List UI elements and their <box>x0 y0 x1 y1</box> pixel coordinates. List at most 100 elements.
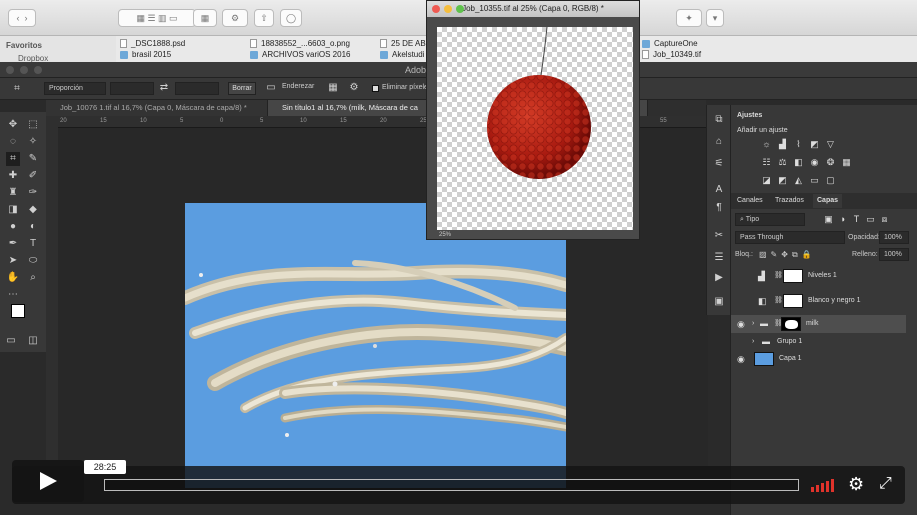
minimize-icon[interactable] <box>444 5 452 13</box>
history-panel-icon[interactable]: ⧉ <box>712 113 726 127</box>
opacity-input[interactable]: 100% <box>879 231 909 244</box>
straighten-button[interactable]: Enderezar <box>282 83 314 90</box>
healing-brush-icon[interactable]: ✚ <box>6 169 20 183</box>
marquee-tool-icon[interactable]: ⬚ <box>26 118 40 132</box>
arrange-button[interactable]: ▦ <box>193 9 217 27</box>
shape-tool-icon[interactable]: ⬭ <box>26 254 40 268</box>
action-gear-button[interactable]: ⚙ <box>222 9 248 27</box>
zoom-icon[interactable] <box>34 66 42 74</box>
dropbox-button[interactable]: ✦ <box>676 9 702 27</box>
chevron-right-icon[interactable]: › <box>752 315 754 333</box>
lasso-tool-icon[interactable]: ◌ <box>6 135 20 149</box>
actions-play-icon[interactable]: ▶ <box>712 271 726 285</box>
swatches-panel-icon[interactable]: ⌂ <box>712 135 726 149</box>
screen-mode-icon[interactable]: ▭ <box>4 334 18 348</box>
layer-row[interactable]: ◧ ⛓ Blanco y negro 1 <box>731 292 906 310</box>
volume-icon[interactable] <box>811 477 839 493</box>
channel-mixer-icon[interactable]: ❂ <box>825 157 836 168</box>
floating-doc-titlebar[interactable]: Job_10355.tif al 25% (Capa 0, RGB/8) * <box>427 1 639 17</box>
close-icon[interactable] <box>432 5 440 13</box>
list-item[interactable]: CaptureOne <box>642 38 701 49</box>
floating-document-window[interactable]: Job_10355.tif al 25% (Capa 0, RGB/8) * 2… <box>426 0 640 240</box>
curves-adjust-icon[interactable]: ⌇ <box>793 139 804 150</box>
gradient-map-icon[interactable]: ▭ <box>809 175 820 186</box>
close-icon[interactable] <box>6 66 14 74</box>
list-item[interactable]: ARCHIVOS variOS 2016 <box>250 49 350 60</box>
fullscreen-icon[interactable]: ⤢ <box>879 475 892 493</box>
clear-button[interactable]: Borrar <box>228 82 256 95</box>
vibrance-adjust-icon[interactable]: ▽ <box>825 139 836 150</box>
filter-shape-icon[interactable]: ▭ <box>865 214 876 225</box>
layer-row[interactable]: ▟ ⛓ Niveles 1 <box>731 267 906 285</box>
swap-icon[interactable]: ⇄ <box>157 81 171 95</box>
share-button[interactable]: ⇧ <box>254 9 274 27</box>
tab-canales[interactable]: Canales <box>737 194 763 208</box>
list-item[interactable]: 25 DE AB <box>380 38 426 49</box>
layer-row[interactable]: › ▬ Grupo 1 <box>731 333 906 351</box>
filter-smart-icon[interactable]: ⧈ <box>879 214 890 225</box>
blend-mode-select[interactable]: Pass Through <box>735 231 845 244</box>
back-forward-buttons[interactable]: ‹ › <box>8 9 36 27</box>
path-selection-icon[interactable]: ➤ <box>6 254 20 268</box>
magic-wand-icon[interactable]: ✧ <box>26 135 40 149</box>
dodge-tool-icon[interactable]: ◐ <box>26 220 40 234</box>
tool-presets-icon[interactable]: ✂ <box>712 229 726 243</box>
libraries-panel-icon[interactable]: ☰ <box>712 251 726 265</box>
height-input[interactable] <box>175 82 219 95</box>
filter-type-icon[interactable]: T <box>851 214 862 225</box>
properties-panel-icon[interactable]: ⚟ <box>712 157 726 171</box>
hue-saturation-icon[interactable]: ☷ <box>761 157 772 168</box>
layer-filter-select[interactable]: ⌕ Tipo <box>735 213 805 226</box>
threshold-adjust-icon[interactable]: ◭ <box>793 175 804 186</box>
straighten-icon[interactable]: ▭ <box>264 81 278 95</box>
color-lookup-icon[interactable]: ▦ <box>841 157 852 168</box>
eraser-tool-icon[interactable]: ◨ <box>6 203 20 217</box>
zoom-icon[interactable] <box>456 5 464 13</box>
tag-button[interactable]: ◯ <box>280 9 302 27</box>
settings-gear-icon[interactable]: ⚙ <box>848 474 864 495</box>
character-panel-icon[interactable]: A <box>712 183 726 197</box>
settings-gear-icon[interactable]: ⚙ <box>347 81 361 95</box>
tab-capas[interactable]: Capas <box>813 194 843 208</box>
pen-tool-icon[interactable]: ✒ <box>6 237 20 251</box>
list-item[interactable]: Akelstudi <box>380 49 426 60</box>
eyedropper-icon[interactable]: ✎ <box>26 152 40 166</box>
more-tools-icon[interactable]: ⋯ <box>6 288 20 302</box>
paragraph-panel-icon[interactable]: ¶ <box>712 201 726 215</box>
timeline-panel-icon[interactable]: ▣ <box>712 295 726 309</box>
minimize-icon[interactable] <box>20 66 28 74</box>
hand-tool-icon[interactable]: ✋ <box>6 271 20 285</box>
filter-pixel-icon[interactable]: ▣ <box>823 214 834 225</box>
crop-tool-icon[interactable]: ⌗ <box>6 152 20 166</box>
view-mode-buttons[interactable]: ▦ ☰ ▥ ▭ <box>118 9 196 27</box>
move-tool-icon[interactable]: ✥ <box>6 118 20 132</box>
chevron-right-icon[interactable]: › <box>752 333 754 351</box>
tab-trazados[interactable]: Trazados <box>775 194 804 208</box>
dropbox-menu-button[interactable]: ▾ <box>706 9 724 27</box>
photo-filter-icon[interactable]: ◉ <box>809 157 820 168</box>
eye-icon[interactable]: ◉ <box>737 315 745 333</box>
list-item[interactable]: _DSC1888.psd <box>120 38 185 49</box>
brightness-adjust-icon[interactable]: ☼ <box>761 139 772 150</box>
layer-row-selected[interactable]: ◉ › ▬ ⛓ milk <box>731 315 906 333</box>
ratio-select[interactable]: Proporción <box>44 82 106 95</box>
list-item[interactable]: brasil 2015 <box>120 49 185 60</box>
width-input[interactable] <box>110 82 154 95</box>
crop-tool-icon[interactable]: ⌗ <box>10 82 24 96</box>
document-canvas[interactable] <box>185 203 566 488</box>
blur-tool-icon[interactable]: ● <box>6 220 20 234</box>
filter-adjustment-icon[interactable]: ◑ <box>837 214 848 225</box>
lock-options-icons[interactable]: ▨✎✥⧉🔒 <box>759 250 816 260</box>
posterize-adjust-icon[interactable]: ◩ <box>777 175 788 186</box>
brush-tool-icon[interactable]: ✐ <box>26 169 40 183</box>
color-balance-icon[interactable]: ⚖ <box>777 157 788 168</box>
play-button[interactable] <box>12 460 84 502</box>
type-tool-icon[interactable]: T <box>26 237 40 251</box>
fill-input[interactable]: 100% <box>879 248 909 261</box>
invert-adjust-icon[interactable]: ◪ <box>761 175 772 186</box>
delete-pixels-checkbox[interactable] <box>372 85 379 92</box>
black-white-adjust-icon[interactable]: ◧ <box>793 157 804 168</box>
gradient-tool-icon[interactable]: ◆ <box>26 203 40 217</box>
clone-stamp-icon[interactable]: ♜ <box>6 186 20 200</box>
overlay-grid-icon[interactable]: ▦ <box>326 81 340 95</box>
